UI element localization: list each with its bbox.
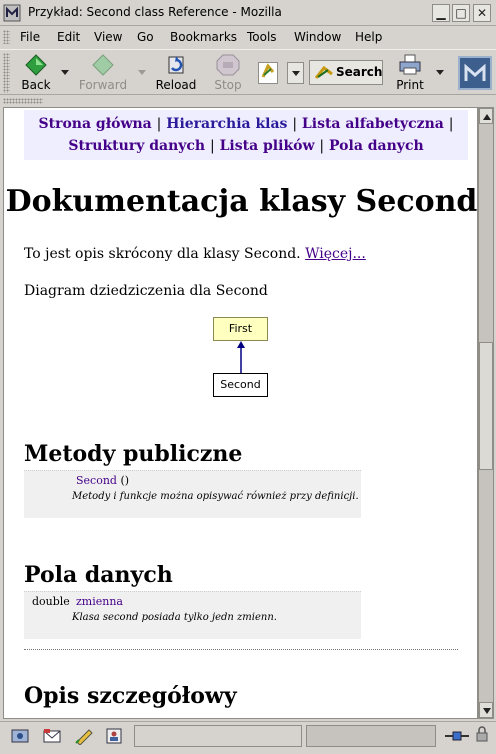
method-description: Metody i funkcje można opisywać również …	[72, 491, 359, 502]
reload-button[interactable]: Reload	[152, 52, 200, 94]
page-title: Dokumentacja klasy Second	[5, 184, 478, 219]
progress-bar	[306, 725, 436, 747]
data-fields-heading: Pola danych	[24, 562, 173, 588]
forward-history-dropdown[interactable]	[138, 70, 146, 75]
mozilla-throbber-logo[interactable]	[458, 56, 492, 90]
maximize-button[interactable]: □	[452, 4, 470, 22]
online-status-icon[interactable]	[443, 727, 471, 745]
status-bar	[0, 721, 496, 754]
search-button[interactable]: Search	[309, 60, 383, 85]
nav-separator: |	[319, 138, 325, 154]
method-link-second[interactable]: Second	[76, 474, 117, 487]
menu-go[interactable]: Go	[137, 30, 154, 44]
toolbar-grip[interactable]	[3, 53, 10, 93]
title-bar: Przykład: Second class Reference - Mozil…	[0, 0, 496, 26]
brief-text: To jest opis skrócony dla klasy Second.	[24, 246, 301, 262]
window-title: Przykład: Second class Reference - Mozil…	[28, 5, 282, 19]
scroll-down-arrow-icon	[483, 708, 491, 714]
back-history-dropdown[interactable]	[61, 70, 69, 75]
navigator-icon[interactable]	[10, 727, 30, 745]
nav-link-alphabetical-list[interactable]: Lista alfabetyczna	[302, 116, 444, 132]
stop-button[interactable]: Stop	[208, 52, 248, 94]
stop-icon	[216, 54, 240, 76]
diagram-node-first[interactable]: First	[213, 317, 268, 341]
brief-description: To jest opis skrócony dla klasy Second. …	[24, 246, 366, 262]
vertical-scrollbar[interactable]	[478, 107, 494, 719]
mail-icon[interactable]	[42, 727, 62, 745]
field-row: zmienna	[76, 595, 123, 608]
scroll-up-arrow-icon	[483, 114, 491, 120]
public-methods-table: Second () Metody i funkcje można opisywa…	[24, 470, 361, 518]
menu-bar: File Edit View Go Bookmarks Tools Window…	[0, 27, 496, 47]
menu-view[interactable]: View	[94, 30, 122, 44]
menu-edit[interactable]: Edit	[57, 30, 80, 44]
back-arrow-icon	[25, 54, 47, 76]
scroll-down-button[interactable]	[479, 702, 493, 718]
more-link[interactable]: Więcej...	[305, 246, 366, 262]
security-indicator[interactable]	[474, 725, 492, 747]
field-link-zmienna[interactable]: zmienna	[76, 595, 123, 608]
diagram-caption: Diagram dziedziczenia dla Second	[24, 283, 268, 299]
tab-bar-grip-row	[0, 96, 496, 106]
back-button[interactable]: Back	[14, 52, 58, 94]
status-message-field	[134, 725, 302, 747]
diagram-node-second[interactable]: Second	[213, 373, 268, 397]
field-description: Klasa second posiada tylko jedn zmienn.	[72, 612, 277, 623]
nav-separator: |	[209, 138, 215, 154]
nav-separator: |	[292, 116, 298, 132]
print-options-dropdown[interactable]	[436, 70, 444, 75]
nav-link-data-fields[interactable]: Pola danych	[329, 138, 424, 154]
public-methods-heading: Metody publiczne	[24, 441, 243, 467]
menu-help[interactable]: Help	[355, 30, 382, 44]
data-fields-table: double zmienna Klasa second posiada tylk…	[24, 591, 361, 639]
field-type: double	[32, 595, 70, 608]
detailed-description-heading: Opis szczegółowy	[24, 683, 237, 709]
forward-button[interactable]: Forward	[76, 52, 130, 94]
menubar-grip[interactable]	[3, 30, 10, 44]
method-args: ()	[120, 474, 130, 487]
menu-window[interactable]: Window	[294, 30, 341, 44]
nav-link-file-list[interactable]: Lista plików	[220, 138, 315, 154]
search-engine-dropdown[interactable]	[287, 62, 304, 84]
nav-link-class-hierarchy[interactable]: Hierarchia klas	[166, 116, 287, 132]
search-engine-selector[interactable]	[258, 62, 278, 84]
scrollbar-thumb[interactable]	[479, 342, 493, 470]
minimize-button[interactable]: ▁	[432, 4, 450, 22]
scroll-up-button[interactable]	[479, 108, 493, 124]
navigation-toolbar: Back Forward Reload Stop Search Print	[0, 49, 496, 95]
print-button[interactable]: Print	[392, 52, 428, 94]
nav-link-data-structures[interactable]: Struktury danych	[68, 138, 205, 154]
printer-icon	[399, 54, 421, 75]
menu-tools[interactable]: Tools	[247, 30, 277, 44]
nav-separator: |	[448, 116, 454, 132]
reload-icon	[168, 56, 184, 74]
mozilla-app-icon[interactable]	[3, 4, 21, 22]
doxygen-nav-bar: Strona główna | Hierarchia klas | Lista …	[24, 110, 468, 160]
nav-separator: |	[156, 116, 162, 132]
mozilla-logo-icon	[464, 63, 486, 81]
nav-link-main-page[interactable]: Strona główna	[39, 116, 152, 132]
menu-bookmarks[interactable]: Bookmarks	[170, 30, 237, 44]
forward-arrow-icon	[92, 54, 114, 76]
method-row: Second ()	[76, 474, 129, 487]
close-button[interactable]: ✕	[473, 4, 491, 22]
address-book-icon[interactable]	[104, 727, 124, 745]
search-icon	[314, 65, 333, 79]
composer-icon[interactable]	[74, 727, 94, 745]
menu-file[interactable]: File	[20, 30, 40, 44]
section-divider	[24, 649, 458, 650]
security-lock-icon	[476, 726, 488, 742]
tab-bar-grip[interactable]	[3, 98, 43, 104]
page-content: Strona główna | Hierarchia klas | Lista …	[3, 107, 478, 719]
search-engine-icon	[261, 63, 275, 78]
